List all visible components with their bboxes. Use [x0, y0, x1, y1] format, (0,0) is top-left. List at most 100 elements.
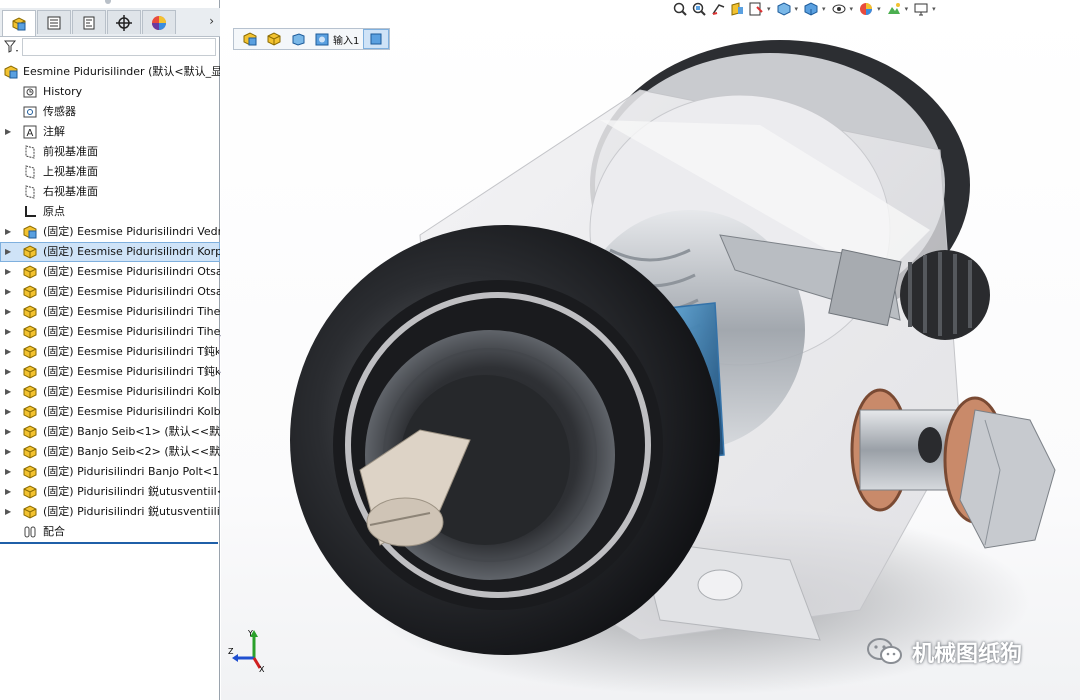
tree-item[interactable]: 配合	[0, 522, 220, 542]
expand-arrow-icon[interactable]: ▶	[5, 362, 13, 382]
breadcrumb-item[interactable]	[238, 29, 262, 49]
tree-item[interactable]: ▶ (固定) Eesmise Pidurisilindri Korpu	[0, 242, 220, 262]
feature-manager-tab[interactable]	[2, 10, 36, 36]
panel-grip-handle[interactable]	[105, 0, 111, 4]
chevron-right-icon[interactable]: ›	[209, 14, 214, 28]
view-orientation-icon[interactable]	[776, 1, 792, 17]
part-icon	[266, 31, 282, 47]
expand-arrow-icon[interactable]: ▶	[5, 482, 13, 502]
heads-up-toolbar: ▾ ▾ ▾ ▾ ▾ ▾ ▾	[672, 0, 938, 18]
tree-item[interactable]: 原点	[0, 202, 220, 222]
dropdown-arrow-icon[interactable]: ▾	[795, 5, 799, 13]
dropdown-arrow-icon[interactable]: ▾	[905, 5, 909, 13]
zoom-to-fit-icon[interactable]	[672, 1, 688, 17]
part-icon	[22, 464, 38, 480]
tree-item[interactable]: 上视基准面	[0, 162, 220, 182]
tree-item-label: (固定) Eesmise Pidurisilindri Tihend	[43, 305, 220, 318]
tree-item[interactable]: ▶ A 注解	[0, 122, 220, 142]
expand-arrow-icon[interactable]: ▶	[5, 302, 13, 322]
tree-item[interactable]: ▶ (固定) Eesmise Pidurisilindri Vedru	[0, 222, 220, 242]
expand-arrow-icon[interactable]: ▶	[5, 342, 13, 362]
breadcrumb: 输入1	[233, 28, 391, 50]
expand-arrow-icon[interactable]: ▶	[5, 282, 13, 302]
tree-item[interactable]: ▶ (固定) Pidurisilindri 鋭utusventiili N	[0, 502, 220, 522]
tree-item[interactable]: ▶ (固定) Banjo Seib<2> (默认<<默认	[0, 442, 220, 462]
dropdown-arrow-icon[interactable]: ▾	[822, 5, 826, 13]
expand-arrow-icon[interactable]: ▶	[5, 422, 13, 442]
part-icon	[22, 424, 38, 440]
display-manager-tab[interactable]	[142, 10, 176, 34]
face-icon	[368, 31, 384, 47]
breadcrumb-item[interactable]	[262, 29, 286, 49]
tree-item[interactable]: ▶ (固定) Eesmise Pidurisilindri Otsak	[0, 282, 220, 302]
part-icon	[22, 404, 38, 420]
tree-item[interactable]: ▶ (固定) Banjo Seib<1> (默认<<默认	[0, 422, 220, 442]
previous-view-icon[interactable]	[710, 1, 726, 17]
mates-icon	[22, 524, 38, 540]
tree-root[interactable]: Eesmine Pidurisilinder (默认<默认_显示	[0, 62, 220, 82]
expand-arrow-icon[interactable]: ▶	[5, 382, 13, 402]
property-manager-tab[interactable]	[37, 10, 71, 34]
filter-input[interactable]	[22, 38, 216, 56]
expand-arrow-icon[interactable]: ▶	[5, 322, 13, 342]
expand-arrow-icon[interactable]: ▶	[5, 502, 13, 522]
breadcrumb-item[interactable]	[363, 29, 390, 49]
feature-icon	[290, 31, 306, 47]
tree-item-label: 前视基准面	[43, 145, 98, 158]
tree-item-label: (固定) Eesmise Pidurisilindri T鈍ku	[43, 345, 220, 358]
view-settings-icon[interactable]	[913, 1, 929, 17]
appearance-icon[interactable]	[858, 1, 874, 17]
watermark-text: 机械图纸狗	[912, 642, 1023, 667]
expand-arrow-icon[interactable]: ▶	[5, 262, 13, 282]
tree-item[interactable]: ▶ (固定) Eesmise Pidurisilindri T鈍ku	[0, 342, 220, 362]
tree-item[interactable]: ▶ (固定) Eesmise Pidurisilindri Kolb<	[0, 382, 220, 402]
part-icon	[22, 244, 38, 260]
part-icon	[22, 484, 38, 500]
tree-item[interactable]: ▶ (固定) Eesmise Pidurisilindri Otsak	[0, 262, 220, 282]
section-view-icon[interactable]	[729, 1, 745, 17]
tree-item[interactable]: 传感器	[0, 102, 220, 122]
brake-cylinder-model[interactable]	[221, 0, 1080, 700]
breadcrumb-item[interactable]: 输入1	[310, 29, 363, 49]
dropdown-arrow-icon[interactable]: ▾	[932, 5, 936, 13]
configuration-manager-tab[interactable]	[72, 10, 106, 34]
scene-icon[interactable]	[886, 1, 902, 17]
tree-item-label: (固定) Eesmise Pidurisilindri Otsak	[43, 285, 220, 298]
tree-item-label: (固定) Eesmise Pidurisilindri Otsak	[43, 265, 220, 278]
expand-arrow-icon[interactable]: ▶	[5, 462, 13, 482]
coordinate-triad: Y Z X	[228, 629, 265, 673]
display-style-icon[interactable]	[803, 1, 819, 17]
tree-item-label: (固定) Eesmise Pidurisilindri Vedru	[43, 225, 220, 238]
tree-item[interactable]: History	[0, 82, 220, 102]
breadcrumb-item[interactable]	[286, 29, 310, 49]
triad-x-label: X	[259, 665, 265, 673]
tree-item[interactable]: 前视基准面	[0, 142, 220, 162]
expand-arrow-icon[interactable]: ▶	[5, 222, 13, 242]
tree-item-label: (固定) Eesmise Pidurisilindri Kolb<	[43, 405, 220, 418]
dropdown-arrow-icon[interactable]: ▾	[767, 5, 771, 13]
dropdown-arrow-icon[interactable]: ▾	[877, 5, 881, 13]
expand-arrow-icon[interactable]: ▶	[5, 242, 13, 262]
dynamic-annotation-icon[interactable]	[748, 1, 764, 17]
dropdown-arrow-icon[interactable]: ▾	[850, 5, 854, 13]
configuration-icon	[83, 16, 95, 29]
hide-show-icon[interactable]	[831, 1, 847, 17]
tree-item[interactable]: ▶ (固定) Eesmise Pidurisilindri Tihend	[0, 302, 220, 322]
tree-item[interactable]: ▶ (固定) Eesmise Pidurisilindri T鈍ku	[0, 362, 220, 382]
tree-item[interactable]: ▶ (固定) Pidurisilindri 鋭utusventiil<	[0, 482, 220, 502]
crosshair-icon	[116, 14, 132, 31]
tree-item[interactable]: 右视基准面	[0, 182, 220, 202]
expand-arrow-icon[interactable]: ▶	[5, 402, 13, 422]
tree-item[interactable]: ▶ (固定) Eesmise Pidurisilindri Tihend	[0, 322, 220, 342]
dimxpert-tab[interactable]	[107, 10, 141, 34]
graphics-area[interactable]: ▾ ▾ ▾ ▾ ▾ ▾ ▾ 输入1 Y Z X 机械图纸狗	[221, 0, 1080, 700]
tree-item[interactable]: ▶ (固定) Pidurisilindri Banjo Polt<1>	[0, 462, 220, 482]
part-icon	[22, 304, 38, 320]
sensor-icon	[22, 104, 38, 120]
expand-arrow-icon[interactable]: ▶	[5, 442, 13, 462]
expand-arrow-icon[interactable]: ▶	[5, 122, 13, 142]
tree-item[interactable]: ▶ (固定) Eesmise Pidurisilindri Kolb<	[0, 402, 220, 422]
filter-icon[interactable]	[4, 40, 20, 54]
tree-item-label: 传感器	[43, 105, 76, 118]
zoom-area-icon[interactable]	[691, 1, 707, 17]
